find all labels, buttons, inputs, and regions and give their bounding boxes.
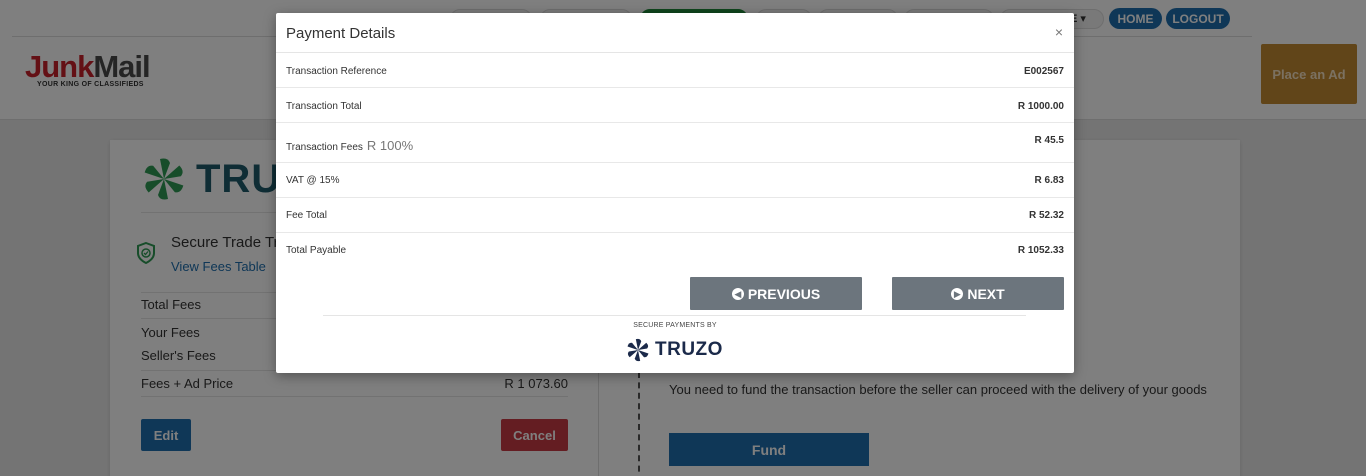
detail-label: Transaction Fees R 100% xyxy=(286,138,414,153)
detail-value: R 6.83 xyxy=(1034,175,1064,186)
detail-sublabel: R 100% xyxy=(366,138,414,153)
detail-divider xyxy=(276,122,1074,123)
detail-label: Fee Total xyxy=(286,210,327,221)
detail-divider xyxy=(276,87,1074,88)
detail-label: Transaction Reference xyxy=(286,66,387,77)
previous-label: PREVIOUS xyxy=(747,285,821,302)
next-label: NEXT xyxy=(967,285,1005,302)
truzo-wordmark: TRUZO xyxy=(655,339,723,360)
close-icon[interactable]: × xyxy=(1055,24,1063,40)
modal-footer-divider xyxy=(323,315,1026,316)
chevron-left-circle-icon: ◀ xyxy=(731,287,744,300)
previous-button[interactable]: ◀ PREVIOUS xyxy=(690,277,862,310)
detail-value: R 52.32 xyxy=(1028,210,1064,221)
detail-label: Total Payable xyxy=(286,245,347,256)
detail-label: VAT @ 15% xyxy=(286,175,340,186)
detail-divider xyxy=(276,232,1074,233)
detail-divider xyxy=(276,197,1074,198)
payment-details-modal: Payment Details × Transaction Reference … xyxy=(276,13,1074,373)
next-button[interactable]: ▶ NEXT xyxy=(892,277,1064,310)
secure-payments-caption: SECURE PAYMENTS BY xyxy=(633,322,717,329)
detail-value: R 45.5 xyxy=(1034,135,1064,146)
detail-label: Transaction Total xyxy=(286,101,362,112)
detail-value: R 1000.00 xyxy=(1017,101,1064,112)
detail-value: E002567 xyxy=(1023,66,1064,77)
truzo-footer-logo: TRUZO xyxy=(625,337,723,363)
chevron-right-circle-icon: ▶ xyxy=(951,287,964,300)
modal-title: Payment Details xyxy=(286,25,396,42)
truzo-pinwheel-icon xyxy=(627,338,649,362)
detail-value: R 1052.33 xyxy=(1017,245,1064,256)
detail-divider xyxy=(276,162,1074,163)
modal-header: Payment Details × xyxy=(276,13,1074,53)
